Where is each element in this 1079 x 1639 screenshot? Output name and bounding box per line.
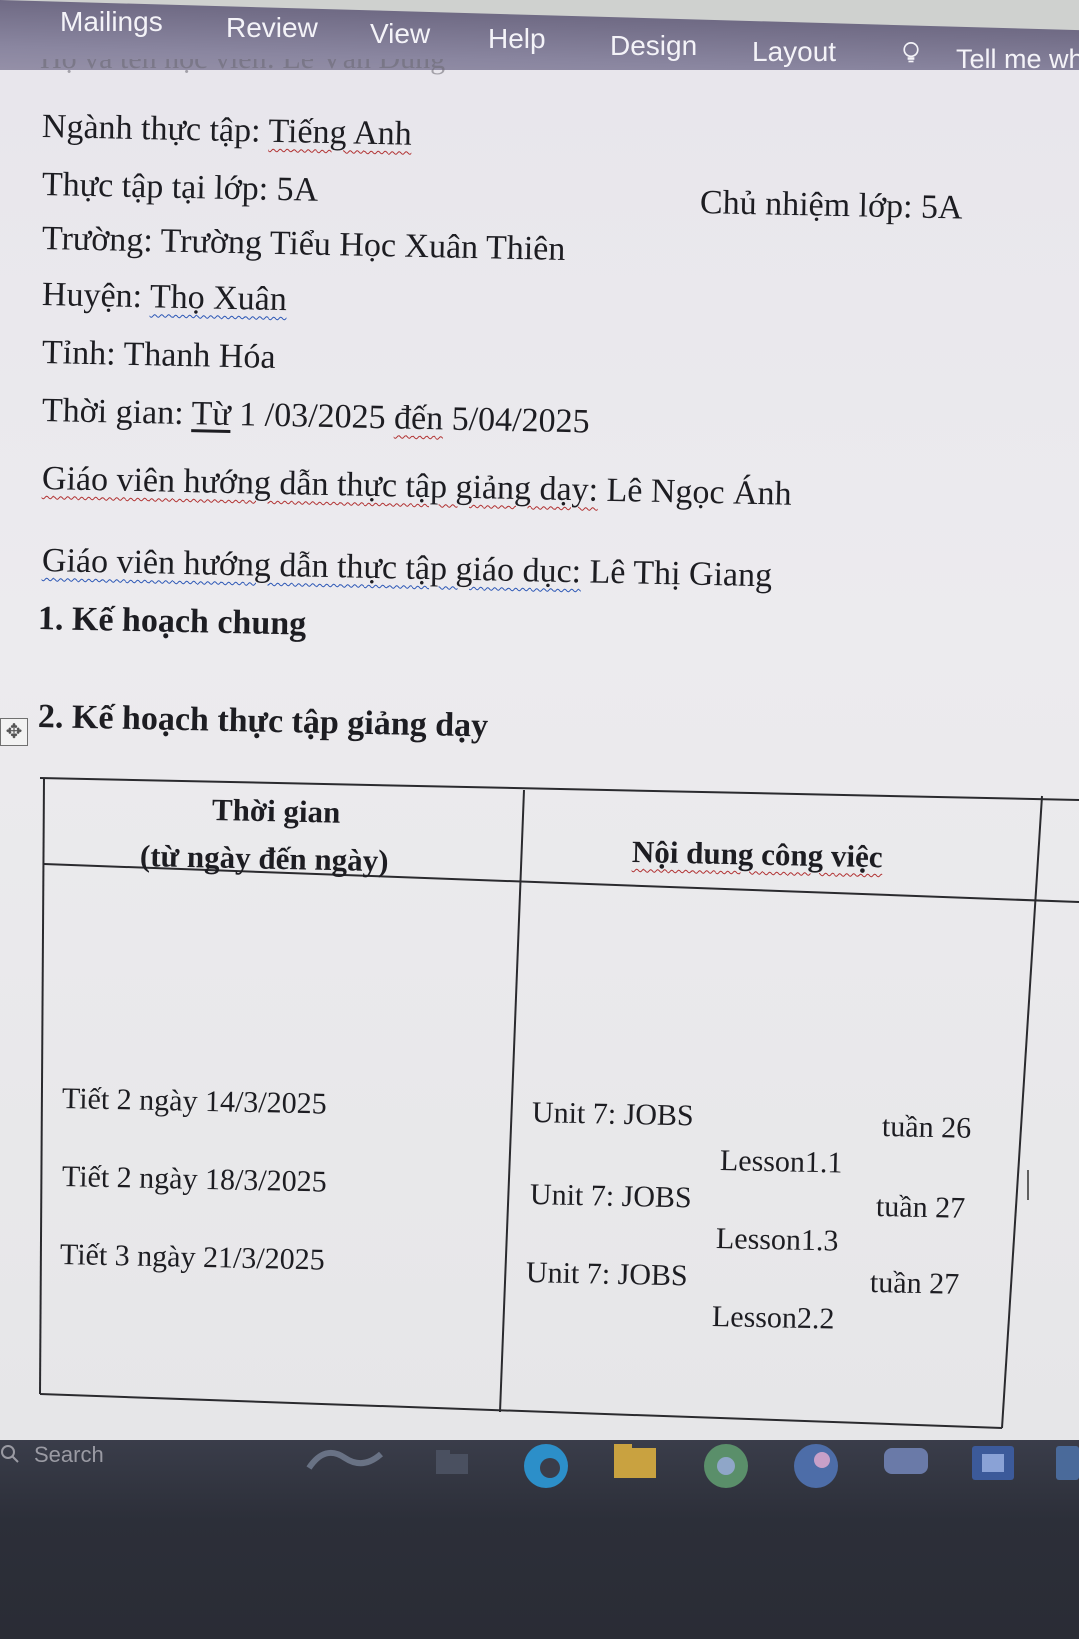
header-content: Nội dung công việc — [631, 834, 883, 875]
row-2-lesson: Lesson1.3 — [715, 1222, 839, 1258]
row-2-week: tuần 27 — [875, 1190, 966, 1225]
row-3-unit: Unit 7: JOBS — [525, 1256, 689, 1293]
app-icon[interactable] — [790, 1440, 842, 1492]
row-1-lesson: Lesson1.1 — [719, 1144, 843, 1180]
row-1-time: Tiết 2 ngày 14/3/2025 — [61, 1082, 328, 1121]
more-icon[interactable] — [1052, 1440, 1079, 1486]
row-3-time: Tiết 3 ngày 21/3/2025 — [59, 1238, 326, 1277]
edge-icon[interactable] — [520, 1440, 572, 1492]
row-2-unit: Unit 7: JOBS — [529, 1178, 693, 1215]
folder-icon[interactable] — [610, 1440, 660, 1484]
chrome-icon[interactable] — [700, 1440, 752, 1492]
row-3-lesson: Lesson2.2 — [711, 1300, 835, 1336]
game-icon[interactable] — [880, 1440, 932, 1480]
search-icon[interactable] — [0, 1444, 20, 1464]
row-3-week: tuần 27 — [869, 1266, 960, 1301]
taskbar-search-input[interactable]: Search — [34, 1442, 104, 1468]
taskbar: Search — [0, 1440, 1079, 1639]
widgets-icon[interactable] — [305, 1440, 385, 1476]
header-time: Thời gian — [211, 792, 341, 830]
row-1-unit: Unit 7: JOBS — [531, 1096, 695, 1133]
word-icon[interactable] — [968, 1440, 1018, 1486]
file-explorer-icon[interactable] — [432, 1440, 472, 1480]
row-2-time: Tiết 2 ngày 18/3/2025 — [61, 1160, 328, 1199]
header-time-range: (từ ngày đến ngày) — [139, 838, 389, 879]
row-1-week: tuần 26 — [881, 1110, 972, 1145]
